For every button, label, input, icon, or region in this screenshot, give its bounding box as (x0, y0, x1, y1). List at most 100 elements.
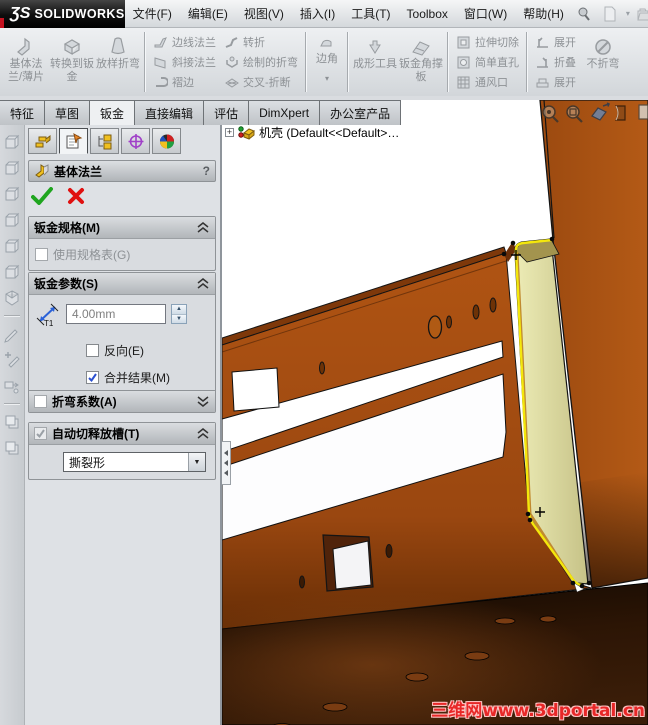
tab-evaluate[interactable]: 评估 (204, 101, 250, 125)
convert-entities-icon[interactable] (3, 413, 21, 431)
collapse-chevron-icon[interactable] (196, 428, 210, 439)
jog-button[interactable]: 转折 (224, 33, 298, 52)
tab-sheet-metal[interactable]: 钣金 (90, 101, 136, 125)
splitter-arrow-icon (224, 450, 228, 456)
left-view-icon[interactable] (3, 185, 21, 203)
thickness-input[interactable]: 4.00mm (66, 304, 166, 324)
merge-result-checkbox[interactable]: 合并结果(M) (86, 369, 209, 386)
simple-hole-button[interactable]: 简单直孔 (456, 53, 519, 72)
jog-icon (225, 36, 238, 48)
feature-tree-root[interactable]: + 机壳 (Default<<Default>… (225, 124, 399, 141)
bend-allowance-group: 折弯系数(A) (28, 390, 216, 413)
extruded-cut-button[interactable]: 拉伸切除 (456, 33, 519, 52)
new-document-caret-icon[interactable]: ▾ (626, 9, 630, 18)
open-document-icon[interactable] (636, 4, 648, 24)
auto-relief-header[interactable]: 自动切释放槽(T) (29, 423, 215, 445)
bend-allowance-checkbox[interactable] (34, 395, 47, 408)
front-view-icon[interactable] (3, 133, 21, 151)
collapse-chevron-icon[interactable] (196, 222, 210, 233)
flatten-button[interactable]: 展开 (535, 73, 576, 92)
tab-dimxpert[interactable]: DimXpert (249, 101, 321, 125)
watermark-text: 三维网www.3dportal.cn (431, 701, 645, 721)
property-manager-tab[interactable] (59, 128, 88, 154)
sheet-metal-toolbar: 基体法兰/薄片 转换到钣金 放样折弯 边线法兰 斜接法兰 褶边 转折 绘制的折弯… (0, 28, 648, 96)
tab-features[interactable]: 特征 (0, 101, 46, 125)
sheet-metal-parameters-group: 钣金参数(S) T1 4.00mm ▲ ▼ 反向(E) 合并结果(M) (28, 272, 216, 396)
commandmanager-tabs: 特征 草图 钣金 直接编辑 评估 DimXpert 办公室产品 (0, 100, 402, 125)
vent-icon (457, 76, 470, 88)
no-bends-button[interactable]: 不折弯 (580, 30, 626, 94)
bend-allowance-header[interactable]: 折弯系数(A) (29, 391, 215, 412)
help-icon[interactable]: ? (203, 164, 210, 178)
miter-flange-button[interactable]: 斜接法兰 (153, 53, 216, 72)
ok-button[interactable] (31, 187, 53, 205)
stepper-down-icon[interactable]: ▼ (172, 314, 186, 323)
flatten-icon (536, 78, 549, 87)
top-view-icon[interactable] (3, 237, 21, 255)
bottom-view-icon[interactable] (3, 263, 21, 281)
cancel-button[interactable] (67, 187, 85, 205)
dropdown-arrow-icon[interactable]: ▼ (188, 453, 205, 471)
menu-insert[interactable]: 插入(I) (292, 0, 343, 27)
forming-tool-button[interactable]: 成形工具 (352, 30, 398, 94)
stepper-up-icon[interactable]: ▲ (172, 305, 186, 315)
right-view-icon[interactable] (3, 211, 21, 229)
model-canvas[interactable] (222, 100, 648, 725)
corners-button[interactable]: 边角 ▾ (310, 30, 344, 94)
tree-expander-icon[interactable]: + (225, 128, 234, 137)
convert-to-sheetmetal-button[interactable]: 转换到钣金 (49, 30, 95, 94)
sheetmetal-gusset-button[interactable]: 钣金角撑板 (398, 30, 444, 94)
offset-entities-icon[interactable] (3, 439, 21, 457)
sketch-icon[interactable] (3, 325, 21, 343)
3d-sketch-icon[interactable] (3, 351, 21, 369)
expand-chevron-icon[interactable] (196, 396, 210, 407)
forming-tool-icon (365, 34, 385, 56)
configuration-manager-tab[interactable] (90, 128, 119, 154)
vent-button[interactable]: 通风口 (456, 73, 519, 92)
no-bends-icon (594, 34, 612, 56)
collapse-chevron-icon[interactable] (196, 278, 210, 289)
base-flange-button[interactable]: 基体法兰/薄片 (3, 30, 49, 94)
panel-splitter[interactable] (222, 441, 231, 485)
sheet-metal-gauges-header[interactable]: 钣金规格(M) (29, 217, 215, 239)
menu-tools[interactable]: 工具(T) (343, 0, 398, 27)
graphics-area[interactable]: + 机壳 (Default<<Default>… 三维网www.3dportal… (222, 100, 648, 725)
toolbar-separator (347, 32, 349, 92)
fold-button[interactable]: 折叠 (535, 53, 576, 72)
sketched-bend-icon (226, 56, 238, 68)
dimxpert-manager-tab[interactable] (121, 128, 150, 154)
unfold-button[interactable]: 展开 (535, 33, 576, 52)
derived-sketch-icon[interactable] (3, 377, 21, 395)
display-manager-tab[interactable] (152, 128, 181, 154)
tab-office-products[interactable]: 办公室产品 (320, 101, 402, 125)
menu-toolbox[interactable]: Toolbox (399, 0, 456, 27)
menu-window[interactable]: 窗口(W) (456, 0, 515, 27)
thickness-stepper[interactable]: ▲ ▼ (171, 304, 187, 324)
manager-tab-bar (28, 128, 181, 154)
isometric-view-icon[interactable] (3, 289, 21, 307)
relief-type-dropdown[interactable]: 撕裂形 ▼ (63, 452, 206, 472)
cross-break-button[interactable]: 交叉-折断 (224, 73, 298, 92)
menu-edit[interactable]: 编辑(E) (180, 0, 236, 27)
menu-file[interactable]: 文件(F) (125, 0, 180, 27)
solidworks-window: ƷS SOLIDWORKS 文件(F) 编辑(E) 视图(V) 插入(I) 工具… (0, 0, 648, 725)
reverse-direction-checkbox[interactable]: 反向(E) (86, 342, 209, 359)
menu-help[interactable]: 帮助(H) (515, 0, 572, 27)
lofted-bend-button[interactable]: 放样折弯 (95, 30, 141, 94)
view-settings-icon[interactable] (638, 104, 648, 120)
new-document-icon[interactable] (600, 4, 620, 24)
sheet-metal-parameters-header[interactable]: 钣金参数(S) (29, 273, 215, 295)
use-gauge-table-checkbox[interactable]: 使用规格表(G) (35, 246, 209, 263)
property-manager-header: 基体法兰 ? (28, 160, 216, 182)
back-view-icon[interactable] (3, 159, 21, 177)
hem-button[interactable]: 褶边 (153, 73, 216, 92)
pin-icon[interactable] (574, 4, 594, 24)
feature-manager-tab[interactable] (28, 128, 57, 154)
tab-direct-editing[interactable]: 直接编辑 (135, 101, 205, 125)
edge-flange-button[interactable]: 边线法兰 (153, 33, 216, 52)
checkbox-box (86, 371, 99, 384)
menu-view[interactable]: 视图(V) (236, 0, 292, 27)
auto-relief-checkbox[interactable] (34, 427, 47, 440)
sketched-bend-button[interactable]: 绘制的折弯 (224, 53, 298, 72)
tab-sketch[interactable]: 草图 (45, 101, 91, 125)
